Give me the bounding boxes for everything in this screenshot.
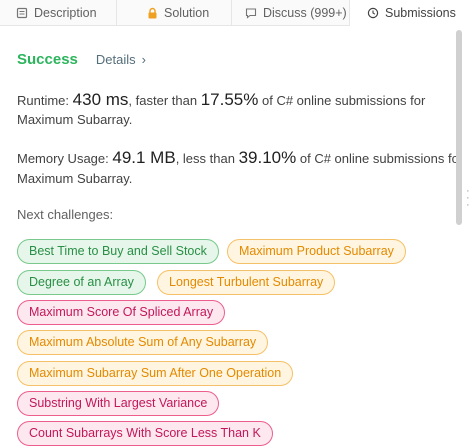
challenge-tag[interactable]: Maximum Absolute Sum of Any Subarray: [17, 330, 269, 355]
discuss-icon: [245, 7, 257, 19]
challenge-tag[interactable]: Maximum Subarray Sum After One Operation: [17, 361, 294, 386]
tab-solution[interactable]: Solution: [116, 0, 231, 25]
tab-submissions[interactable]: Submissions: [349, 0, 474, 26]
tab-submissions-label: Submissions: [385, 6, 456, 20]
memory-middle: , less than: [175, 151, 235, 166]
scrollbar-thumb[interactable]: [456, 30, 462, 225]
tab-description[interactable]: Description: [0, 0, 116, 25]
runtime-label: Runtime:: [17, 93, 70, 108]
tab-bar: Description Solution Discuss (999+) Subm…: [0, 0, 474, 26]
memory-label: Memory Usage:: [17, 151, 109, 166]
chevron-right-icon: ›: [141, 52, 146, 67]
tab-discuss-label: Discuss (999+): [263, 5, 347, 20]
details-label: Details: [95, 52, 136, 67]
memory-line: Memory Usage: 49.1 MB, less than 39.10% …: [17, 148, 459, 168]
details-link[interactable]: Details ›: [96, 52, 146, 67]
lock-icon: [147, 7, 158, 19]
document-icon: [16, 7, 28, 19]
runtime-line: Runtime: 430 ms, faster than 17.55% of C…: [17, 90, 425, 110]
challenge-tag[interactable]: Longest Turbulent Subarray: [157, 270, 336, 295]
runtime-value: 430 ms: [72, 90, 129, 109]
result-header: Success Details ›: [17, 51, 146, 68]
resize-handle-icon[interactable]: · · ·: [466, 186, 470, 211]
runtime-middle: , faster than: [128, 93, 198, 108]
challenge-tag[interactable]: Best Time to Buy and Sell Stock: [17, 239, 219, 264]
memory-problem: Maximum Subarray.: [17, 171, 133, 186]
runtime-problem: Maximum Subarray.: [17, 112, 133, 127]
memory-value: 49.1 MB: [112, 148, 176, 167]
challenge-tag[interactable]: Degree of an Array: [17, 270, 146, 295]
clock-icon: [367, 7, 379, 19]
runtime-suffix: of C# online submissions for: [261, 93, 426, 108]
tab-discuss[interactable]: Discuss (999+): [231, 0, 349, 25]
challenge-tag[interactable]: Substring With Largest Variance: [17, 391, 220, 416]
challenge-tag[interactable]: Count Subarrays With Score Less Than K: [17, 421, 273, 446]
runtime-percent: 17.55%: [200, 90, 259, 109]
status-text: Success: [17, 51, 78, 68]
tab-description-label: Description: [34, 5, 97, 20]
tab-solution-label: Solution: [164, 5, 210, 20]
challenge-tag[interactable]: Maximum Product Subarray: [227, 239, 406, 264]
challenge-tag[interactable]: Maximum Score Of Spliced Array: [17, 300, 226, 325]
memory-suffix: of C# online submissions fo: [299, 151, 459, 166]
next-challenges-label: Next challenges:: [17, 207, 114, 222]
memory-percent: 39.10%: [238, 148, 297, 167]
